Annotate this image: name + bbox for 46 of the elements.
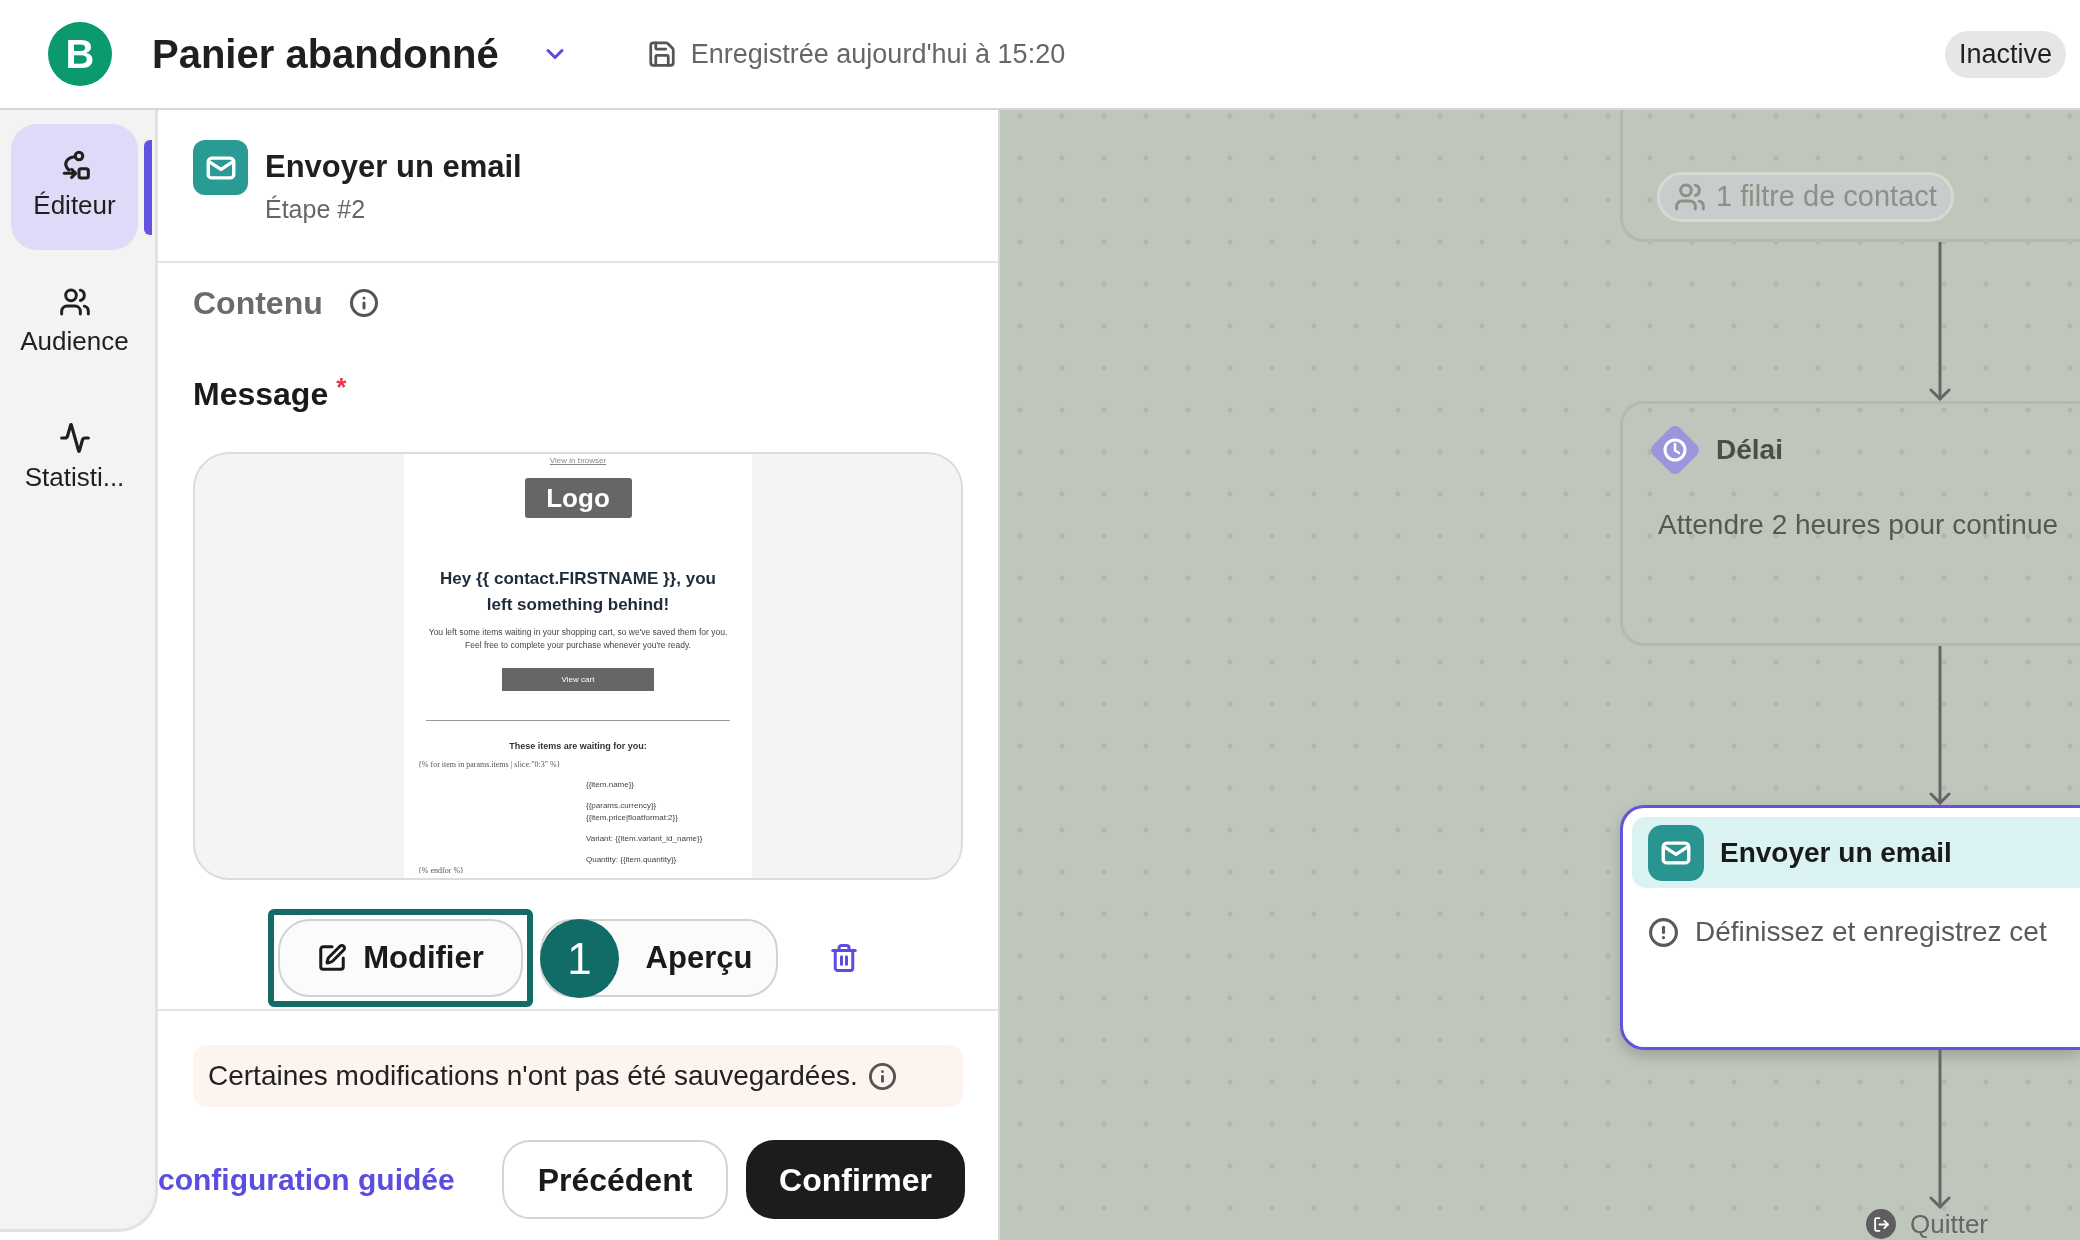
logo-placeholder: Logo [524, 478, 632, 518]
item-field: {{item.name}} [586, 779, 716, 791]
delay-node[interactable]: Délai Attendre 2 heures pour continue [1620, 401, 2080, 646]
back-button[interactable]: Précédent [502, 1140, 728, 1219]
alert-icon [1648, 916, 1679, 948]
confirm-button[interactable]: Confirmer [746, 1140, 965, 1219]
required-asterisk: * [336, 374, 347, 400]
email-paragraph: You left some items waiting in your shopping cart, so we've saved them for you. Feel free to complete your purchase whenever you're ready. [427, 626, 729, 652]
notice-text: Certaines modifications n'ont pas été sauvegardées. [208, 1059, 858, 1093]
mail-icon [1648, 824, 1704, 881]
info-icon[interactable] [867, 1061, 897, 1091]
view-cart-button: View cart [502, 668, 654, 691]
template-code: {% for item in params.items | slice:"0:3" %} [418, 760, 561, 770]
guided-setup-link[interactable]: configuration guidée [158, 1157, 455, 1202]
trash-icon[interactable] [829, 943, 859, 973]
step-label: Étape #2 [265, 194, 367, 224]
pulse-icon [58, 421, 91, 454]
users-icon [1674, 181, 1706, 213]
status-badge: Inactive [1944, 30, 2066, 78]
section-title: Contenu [193, 284, 323, 323]
email-node[interactable]: Envoyer un email Définissez et enregistrez cet [1620, 805, 2080, 1050]
field-label: Message [193, 375, 329, 414]
list-title: These items are waiting for you: [509, 741, 647, 751]
brand-logo[interactable]: B [48, 22, 112, 86]
email-preview[interactable] [193, 452, 963, 880]
edit-icon [317, 943, 348, 973]
template-code: {% endfor %} [418, 866, 464, 876]
node-description: Définissez et enregistrez cet [1695, 915, 2047, 949]
item-field: Quantity: {{item.quantity}} [586, 854, 716, 866]
sidebar-item[interactable]: Éditeur [11, 124, 138, 250]
step-title: Envoyer un email [265, 148, 522, 186]
node-title: Délai [1716, 433, 1783, 467]
browser-link: View in browser [549, 456, 607, 466]
sidebar-item[interactable]: Audience [11, 260, 138, 386]
node-title: Envoyer un email [1720, 835, 1952, 870]
sidebar-item[interactable]: Statisti... [11, 396, 138, 522]
email-heading: Hey {{ contact.FIRSTNAME }}, you left something behind! [439, 568, 717, 616]
item-field: {{params.currency}} {{item.price|floatformat:2}} [586, 800, 716, 824]
item-field: Variant: {{item.variant_id_name}} [586, 833, 716, 845]
edit-button[interactable]: Modifier [278, 919, 523, 997]
info-icon[interactable] [348, 288, 379, 318]
automation-title: Panier abandonné [152, 31, 499, 78]
mail-icon [193, 140, 248, 195]
save-icon [646, 39, 677, 69]
node-description: Attendre 2 heures pour continue [1658, 508, 2059, 542]
save-status: Enregistrée aujourd'hui à 15:20 [690, 37, 1066, 71]
